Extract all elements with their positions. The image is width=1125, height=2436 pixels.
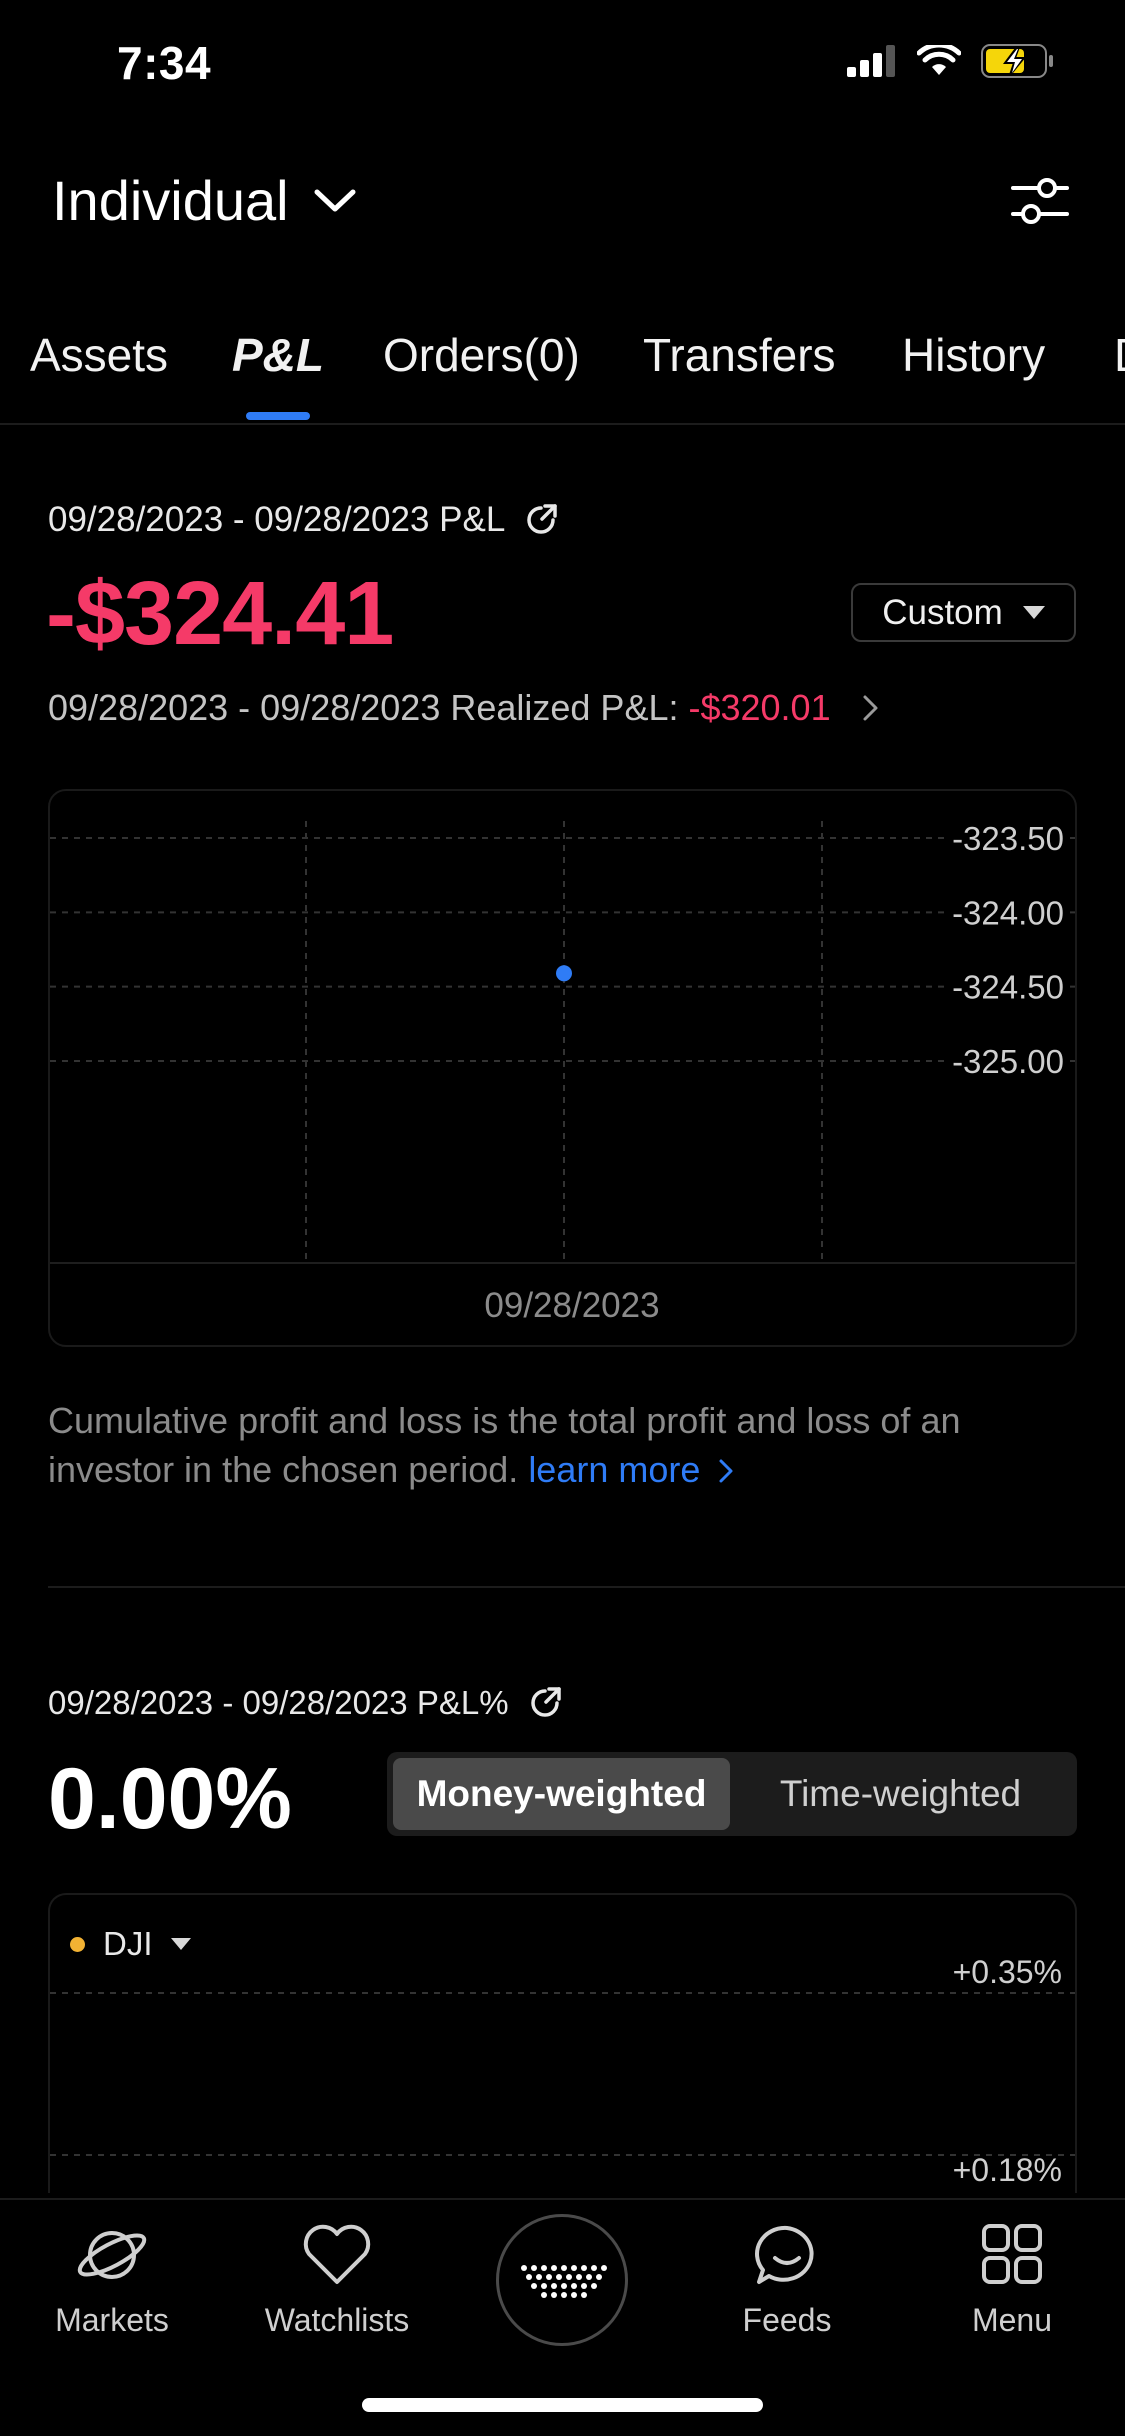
header: Individual	[0, 160, 1125, 240]
status-icons	[847, 44, 1055, 78]
nav-label: Watchlists	[264, 2302, 410, 2338]
heart-icon	[303, 2224, 371, 2284]
battery-charging-icon	[981, 44, 1053, 78]
chevron-down-icon	[314, 189, 356, 211]
wifi-icon	[917, 45, 961, 75]
y-tick-label: -325.00	[952, 1043, 1064, 1080]
chevron-right-icon	[863, 695, 878, 721]
x-tick-label: 09/28/2023	[484, 1286, 659, 1325]
tab-orders[interactable]: Orders(0)	[383, 328, 580, 382]
return-method-toggle: Money-weighted Time-weighted	[387, 1752, 1077, 1836]
period-dropdown[interactable]: Custom	[851, 583, 1076, 642]
pnl-explanation-text: Cumulative profit and loss is the total …	[48, 1400, 961, 1490]
tab-history[interactable]: History	[902, 328, 1045, 382]
learn-more-link[interactable]: learn more	[528, 1449, 738, 1490]
y-tick-labels: -323.50 -324.00 -324.50 -325.00	[945, 816, 1065, 1080]
nav-feeds[interactable]: Feeds	[702, 2220, 872, 2339]
pnl-range-label: 09/28/2023 - 09/28/2023 P&L	[48, 500, 559, 540]
pnl-percent-value: 0.00%	[48, 1751, 292, 1847]
share-icon[interactable]	[527, 1685, 563, 1721]
vertical-gridlines	[305, 821, 823, 1261]
tab-assets[interactable]: Assets	[30, 328, 168, 382]
account-selector[interactable]: Individual	[52, 168, 357, 233]
pnl-chart: -323.50 -324.00 -324.50 -325.00 09/28/2023	[48, 789, 1077, 1347]
y-tick-label: -323.50	[952, 820, 1064, 857]
y-tick-label: -324.50	[952, 969, 1064, 1006]
nav-markets[interactable]: Markets	[27, 2220, 197, 2339]
benchmark-selector[interactable]: DJI	[70, 1925, 191, 1963]
tab-pnl[interactable]: P&L	[232, 328, 324, 382]
account-name: Individual	[52, 169, 289, 232]
y-tick-label: +0.35%	[953, 1954, 1062, 1990]
chat-bubble-icon	[755, 2225, 814, 2284]
nav-label: Markets	[55, 2302, 169, 2338]
active-tab-indicator	[246, 412, 310, 420]
data-points	[556, 965, 572, 982]
pnl-chart-svg: -323.50 -324.00 -324.50 -325.00 09/28/2023	[50, 816, 1075, 1325]
realized-pnl-label: 09/28/2023 - 09/28/2023 Realized P&L:	[48, 687, 679, 728]
nav-home-logo[interactable]	[496, 2214, 628, 2346]
realized-pnl-row[interactable]: 09/28/2023 - 09/28/2023 Realized P&L: -$…	[48, 687, 885, 729]
home-indicator[interactable]	[362, 2398, 763, 2412]
caret-down-icon	[1022, 606, 1045, 619]
y-tick-label: +0.18%	[953, 2152, 1062, 2188]
filter-settings-icon[interactable]	[1009, 170, 1071, 232]
realized-pnl-value: -$320.01	[688, 687, 831, 728]
pnl-percent-chart-svg: +0.35% +0.18%	[50, 1954, 1075, 2188]
time-weighted-button[interactable]: Time-weighted	[730, 1758, 1071, 1830]
section-divider	[48, 1586, 1125, 1588]
tab-transfers[interactable]: Transfers	[643, 328, 836, 382]
money-weighted-button[interactable]: Money-weighted	[393, 1758, 730, 1830]
nav-label: Feeds	[742, 2302, 832, 2338]
learn-more-label: learn more	[528, 1449, 701, 1490]
pnl-explanation: Cumulative profit and loss is the total …	[48, 1396, 1078, 1494]
period-dropdown-label: Custom	[882, 592, 1003, 632]
cellular-signal-icon	[847, 45, 895, 77]
tab-overflow[interactable]: D	[1114, 328, 1125, 382]
account-tabs: Assets P&L Orders(0) Transfers History D	[0, 320, 1125, 425]
caret-down-icon	[170, 1938, 191, 1950]
pnl-percent-chart: +0.35% +0.18% DJI	[48, 1893, 1077, 2193]
status-bar: 7:34	[0, 0, 1125, 130]
pnl-range-text: 09/28/2023 - 09/28/2023 P&L	[48, 500, 506, 539]
benchmark-legend-dot	[70, 1936, 85, 1952]
benchmark-label: DJI	[103, 1925, 153, 1962]
nav-label: Menu	[971, 2302, 1053, 2338]
y-tick-label: -324.00	[952, 894, 1064, 931]
planet-icon	[77, 2231, 147, 2279]
grid-icon	[982, 2224, 1042, 2284]
status-time: 7:34	[117, 37, 212, 89]
webull-logo-icon	[521, 2265, 607, 2298]
data-point	[556, 965, 572, 982]
share-icon[interactable]	[523, 502, 559, 538]
pnl-percent-range-label: 09/28/2023 - 09/28/2023 P&L%	[48, 1684, 563, 1722]
pnl-value: -$324.41	[46, 564, 394, 664]
chevron-right-icon	[719, 1459, 733, 1483]
nav-menu[interactable]: Menu	[927, 2220, 1097, 2339]
nav-watchlists[interactable]: Watchlists	[252, 2220, 422, 2339]
pnl-percent-range-text: 09/28/2023 - 09/28/2023 P&L%	[48, 1684, 509, 1721]
